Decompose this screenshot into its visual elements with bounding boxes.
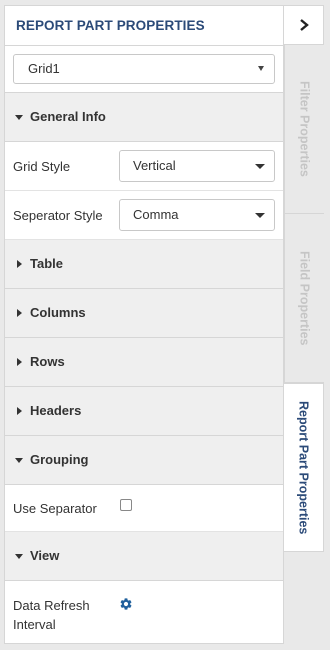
section-columns-label: Columns	[30, 305, 86, 320]
collapse-panel-button[interactable]	[284, 5, 324, 45]
tab-report-part-properties-label: Report Part Properties	[296, 400, 311, 535]
data-refresh-label-line1: Data Refresh	[13, 598, 90, 613]
use-separator-row: Use Separator	[5, 485, 283, 532]
section-grouping[interactable]: Grouping	[5, 436, 283, 485]
section-grouping-label: Grouping	[30, 452, 89, 467]
triangle-down-icon	[15, 458, 23, 463]
section-rows[interactable]: Rows	[5, 338, 283, 387]
triangle-down-icon	[15, 554, 23, 559]
triangle-down-icon	[15, 115, 23, 120]
caret-down-icon	[255, 213, 265, 218]
caret-down-icon	[258, 66, 264, 71]
section-rows-label: Rows	[30, 354, 65, 369]
chevron-right-icon	[299, 19, 309, 31]
tab-filter-properties-label: Filter Properties	[297, 81, 312, 177]
section-table-label: Table	[30, 256, 63, 271]
tab-report-part-properties[interactable]: Report Part Properties	[284, 383, 324, 552]
tab-filter-properties[interactable]: Filter Properties	[284, 45, 324, 214]
triangle-right-icon	[17, 407, 22, 415]
part-select-value: Grid1	[28, 61, 60, 76]
section-general-info-label: General Info	[30, 109, 106, 124]
part-select[interactable]: Grid1	[13, 54, 275, 84]
separator-style-value: Comma	[133, 207, 179, 222]
data-refresh-label-line2: Interval	[13, 617, 56, 632]
separator-style-label: Seperator Style	[13, 207, 103, 223]
separator-style-row: Seperator Style Comma	[5, 191, 283, 240]
section-view-label: View	[30, 548, 60, 563]
data-refresh-label: Data Refresh Interval	[13, 596, 119, 634]
part-select-container: Grid1	[5, 46, 283, 93]
section-headers[interactable]: Headers	[5, 387, 283, 436]
section-view[interactable]: View	[5, 532, 283, 581]
section-columns[interactable]: Columns	[5, 289, 283, 338]
gear-icon[interactable]	[119, 597, 133, 614]
separator-style-dropdown[interactable]: Comma	[119, 199, 275, 231]
triangle-right-icon	[17, 260, 22, 268]
tab-field-properties[interactable]: Field Properties	[284, 214, 324, 383]
section-headers-label: Headers	[30, 403, 82, 418]
use-separator-checkbox[interactable]	[120, 499, 132, 511]
panel-title: REPORT PART PROPERTIES	[5, 6, 283, 46]
tab-field-properties-label: Field Properties	[297, 250, 312, 346]
grid-style-row: Grid Style Vertical	[5, 142, 283, 191]
triangle-right-icon	[17, 309, 22, 317]
data-refresh-row: Data Refresh Interval	[5, 581, 283, 641]
section-general-info[interactable]: General Info	[5, 93, 283, 142]
grid-style-dropdown[interactable]: Vertical	[119, 150, 275, 182]
report-part-properties-panel: REPORT PART PROPERTIES Grid1 General Inf…	[4, 5, 284, 644]
grid-style-label: Grid Style	[13, 158, 71, 174]
grid-style-value: Vertical	[133, 158, 176, 173]
use-separator-label: Use Separator	[13, 500, 97, 516]
triangle-right-icon	[17, 358, 22, 366]
caret-down-icon	[255, 164, 265, 169]
section-table[interactable]: Table	[5, 240, 283, 289]
